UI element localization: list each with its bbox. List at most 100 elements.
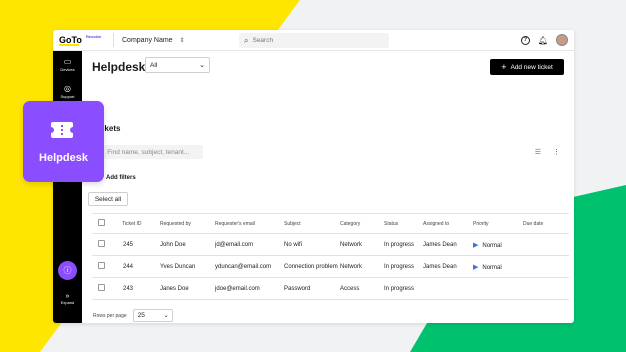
global-search-input[interactable]: ⌕ Search [239,33,389,48]
priority: Normal [482,242,502,249]
view-filter-select[interactable]: All ⌄ [145,57,210,73]
column-header[interactable]: Priority [473,213,523,234]
rows-per-page-label: Rows per page [93,312,127,319]
support-icon: ◎ [64,84,71,93]
notifications-bell-icon[interactable]: 🔔︎ [538,36,548,45]
page-title: Helpdesk [92,60,146,74]
sidebar-item-devices[interactable]: ▭ Devices [53,57,82,72]
subject: No wifi [284,233,340,256]
row-checkbox-cell [92,255,112,278]
help-icon[interactable]: ? [520,35,530,45]
subject: Connection problem [284,255,340,278]
column-header[interactable]: Status [384,213,423,234]
more-options-icon[interactable]: ⋮ [553,148,560,156]
row-checkbox[interactable] [98,240,105,247]
company-selector[interactable]: Company Name ⇕ [113,33,185,47]
row-checkbox-cell [92,277,112,300]
table-row[interactable]: 243 Janes Doe jdoe@email.com Password Ac… [92,277,569,300]
requester-email: yduncan@email.com [215,255,284,278]
main-content: Helpdesk All ⌄ + Add new ticket Tickets … [82,51,574,323]
helpdesk-promo-tile: Helpdesk [23,101,104,182]
info-button[interactable]: ⓘ [58,261,77,280]
requester-email: jd@email.com [215,233,284,256]
add-filters-label: Add filters [106,175,136,181]
row-checkbox[interactable] [98,262,105,269]
priority-cell: ▶ Normal [473,233,523,256]
due-date [523,233,569,256]
category: Network [340,233,384,256]
list-view-icon[interactable]: ☰ [535,148,541,156]
priority-flag-icon: ▶ [473,263,479,271]
priority-flag-icon: ▶ [473,241,479,249]
status: In progress [384,233,423,256]
add-filters-button[interactable]: Add filters [106,175,136,181]
goto-logo[interactable]: GoTo Resolve [53,30,105,51]
assigned-to: James Dean [423,233,473,256]
ticket-id: 243 [112,277,160,300]
tickets-search-placeholder: Find name, subject, tenant... [107,148,190,156]
chevron-down-icon: ⌄ [163,313,169,319]
tickets-table: Ticket ID Requested by Requester's email… [92,213,569,300]
status: In progress [384,277,423,300]
requested-by: John Doe [160,233,215,256]
row-checkbox[interactable] [98,284,105,291]
chevron-down-icon: ⌄ [199,62,205,69]
add-new-ticket-button[interactable]: + Add new ticket [490,59,564,75]
company-name: Company Name [122,36,173,44]
requested-by: Yves Duncan [160,255,215,278]
priority [473,277,523,300]
sidebar-item-label: Devices [60,67,75,72]
top-bar: GoTo Resolve Company Name ⇕ ⌕ Search ? 🔔… [53,30,574,51]
subject: Password [284,277,340,300]
tickets-search-input[interactable]: ⌕ Find name, subject, tenant... [95,145,203,159]
add-new-ticket-label: Add new ticket [510,63,553,71]
info-icon: ⓘ [63,266,72,275]
expand-sidebar-button[interactable]: » Expand [53,293,82,305]
sidebar-item-label: Support [60,94,75,99]
table-row[interactable]: 244 Yves Duncan yduncan@email.com Connec… [92,255,569,278]
assigned-to [423,277,473,300]
sidebar: ▭ Devices ◎ Support ⓘ » Expand [53,51,82,323]
search-icon: ⌕ [244,35,249,45]
ticket-perforation [61,125,63,135]
column-header[interactable]: Requester's email [215,213,284,234]
table-row[interactable]: 245 John Doe jd@email.com No wifi Networ… [92,233,569,256]
sidebar-item-support[interactable]: ◎ Support [53,84,82,99]
column-header[interactable]: Due date [523,213,569,234]
column-header[interactable]: Category [340,213,384,234]
up-down-chevron-icon: ⇕ [179,37,185,44]
priority-cell: ▶ Normal [473,255,523,278]
logo-product: Resolve [86,33,102,39]
rows-per-page-select[interactable]: 25 ⌄ [132,309,173,322]
row-checkbox-cell [92,233,112,256]
column-header[interactable]: Assigned to [423,213,473,234]
requester-email: jdoe@email.com [215,277,284,300]
user-avatar[interactable] [556,34,568,46]
select-all-checkbox[interactable] [98,219,105,226]
status: In progress [384,255,423,278]
app-window: GoTo Resolve Company Name ⇕ ⌕ Search ? 🔔… [53,30,574,323]
priority: Normal [482,264,502,271]
rows-per-page-value: 25 [137,312,145,319]
select-all-button[interactable]: Select all [88,192,128,206]
select-all-label: Select all [94,195,122,203]
global-search-placeholder: Search [252,37,274,44]
ticket-icon [48,122,76,138]
requested-by: Janes Doe [160,277,215,300]
column-header[interactable]: Ticket ID [112,213,160,234]
expand-label: Expand [60,300,75,305]
category: Network [340,255,384,278]
category: Access [340,277,384,300]
logo-underline [59,43,79,46]
ticket-id: 244 [112,255,160,278]
assigned-to: James Dean [423,255,473,278]
double-chevron-right-icon: » [65,293,70,300]
column-header[interactable]: Subject [284,213,340,234]
top-right-icons: ? 🔔︎ [520,34,568,46]
due-date [523,255,569,278]
due-date [523,277,569,300]
rows-per-page: Rows per page 25 ⌄ [93,309,173,322]
column-header[interactable]: Requested by [160,213,215,234]
table-header-row: Ticket ID Requested by Requester's email… [92,213,569,234]
plus-icon: + [501,61,507,72]
